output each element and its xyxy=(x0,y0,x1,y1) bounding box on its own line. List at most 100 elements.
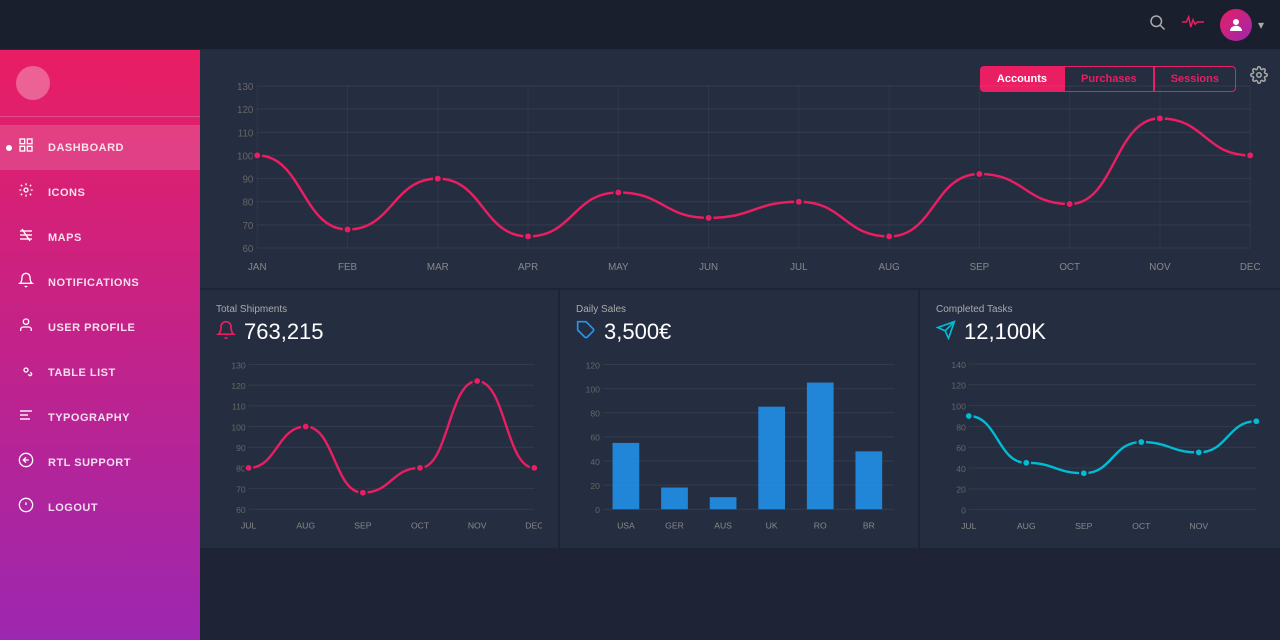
svg-text:120: 120 xyxy=(586,360,601,370)
bottom-card-value-0: 763,215 xyxy=(216,319,542,345)
svg-text:AUG: AUG xyxy=(1017,521,1036,531)
sidebar-item-table-list[interactable]: TABLE LIST xyxy=(0,350,200,395)
bottom-card-value-1: 3,500€ xyxy=(576,319,902,345)
sidebar-label-icons: ICONS xyxy=(48,187,85,199)
bottom-card-0: Total Shipments763,215130120110100908070… xyxy=(200,288,560,548)
avatar-wrap[interactable]: ▾ xyxy=(1220,9,1264,41)
svg-text:RO: RO xyxy=(814,520,827,530)
navbar: ▾ xyxy=(0,0,1280,50)
svg-text:DEC: DEC xyxy=(525,520,542,530)
svg-text:130: 130 xyxy=(231,360,246,370)
avatar-chevron: ▾ xyxy=(1258,18,1264,32)
svg-text:NOV: NOV xyxy=(468,520,487,530)
small-chart-1: 120100806040200USAGERAUSUKROBR xyxy=(576,353,902,538)
sidebar-nav: DASHBOARD ICONS MAPS NOTIFICATIONS USER PROF… xyxy=(0,117,200,538)
svg-text:120: 120 xyxy=(231,381,246,391)
sidebar-label-user-profile: USER PROFILE xyxy=(48,322,135,334)
svg-text:60: 60 xyxy=(956,443,966,453)
bottom-card-value-2: 12,100K xyxy=(936,319,1264,345)
svg-text:120: 120 xyxy=(951,381,966,391)
search-icon[interactable] xyxy=(1148,13,1166,36)
svg-text:130: 130 xyxy=(237,82,254,93)
avatar xyxy=(1220,9,1252,41)
svg-text:60: 60 xyxy=(590,433,600,443)
svg-text:JUN: JUN xyxy=(699,262,718,273)
user-profile-icon xyxy=(16,317,36,338)
svg-text:80: 80 xyxy=(590,409,600,419)
svg-text:40: 40 xyxy=(590,457,600,467)
svg-text:JUL: JUL xyxy=(241,520,257,530)
sidebar-item-maps[interactable]: MAPS xyxy=(0,215,200,260)
bottom-cards-row: Total Shipments763,215130120110100908070… xyxy=(200,288,1280,548)
svg-text:110: 110 xyxy=(238,128,254,139)
svg-text:80: 80 xyxy=(242,198,253,209)
svg-text:60: 60 xyxy=(242,244,253,255)
svg-text:60: 60 xyxy=(236,505,246,515)
svg-text:USA: USA xyxy=(617,520,635,530)
maps-icon xyxy=(16,227,36,248)
svg-text:APR: APR xyxy=(518,262,538,273)
svg-text:MAY: MAY xyxy=(608,262,629,273)
svg-text:100: 100 xyxy=(586,384,601,394)
sidebar-label-typography: TYPOGRAPHY xyxy=(48,412,130,424)
sidebar-logo xyxy=(16,66,50,100)
svg-text:90: 90 xyxy=(236,443,246,453)
sidebar-header xyxy=(0,50,200,117)
rtl-support-icon xyxy=(16,452,36,473)
small-chart-2: 140120100806040200JULAUGSEPOCTNOV xyxy=(936,353,1264,538)
svg-text:NOV: NOV xyxy=(1149,262,1171,273)
svg-text:100: 100 xyxy=(231,422,246,432)
bottom-card-2: Completed Tasks12,100K140120100806040200… xyxy=(920,288,1280,548)
svg-text:OCT: OCT xyxy=(411,520,430,530)
bottom-card-label-2: Completed Tasks xyxy=(936,304,1264,315)
sidebar-item-logout[interactable]: LOGOUT xyxy=(0,485,200,530)
svg-text:0: 0 xyxy=(595,505,600,515)
svg-text:40: 40 xyxy=(956,464,966,474)
notifications-icon xyxy=(16,272,36,293)
sidebar-item-notifications[interactable]: NOTIFICATIONS xyxy=(0,260,200,305)
svg-text:SEP: SEP xyxy=(970,262,990,273)
navbar-icons: ▾ xyxy=(1148,9,1264,41)
svg-text:UK: UK xyxy=(766,520,778,530)
svg-text:70: 70 xyxy=(242,221,253,232)
svg-text:0: 0 xyxy=(961,506,966,516)
sidebar: DASHBOARD ICONS MAPS NOTIFICATIONS USER PROF… xyxy=(0,50,200,640)
svg-text:110: 110 xyxy=(232,402,246,412)
sidebar-item-user-profile[interactable]: USER PROFILE xyxy=(0,305,200,350)
svg-text:MAR: MAR xyxy=(427,262,449,273)
svg-text:SEP: SEP xyxy=(354,520,371,530)
svg-text:OCT: OCT xyxy=(1132,521,1151,531)
sidebar-label-logout: LOGOUT xyxy=(48,502,98,514)
svg-text:20: 20 xyxy=(956,485,966,495)
main-content: AccountsPurchasesSessions 13012011010090… xyxy=(200,50,1280,640)
pulse-icon[interactable] xyxy=(1182,13,1204,36)
svg-text:140: 140 xyxy=(951,360,966,370)
typography-icon xyxy=(16,407,36,428)
layout: DASHBOARD ICONS MAPS NOTIFICATIONS USER PROF… xyxy=(0,50,1280,640)
sidebar-label-notifications: NOTIFICATIONS xyxy=(48,277,139,289)
sidebar-item-icons[interactable]: ICONS xyxy=(0,170,200,215)
svg-text:20: 20 xyxy=(590,481,600,491)
sidebar-label-maps: MAPS xyxy=(48,232,82,244)
sidebar-item-rtl-support[interactable]: RTL SUPPORT xyxy=(0,440,200,485)
svg-text:80: 80 xyxy=(956,422,966,432)
svg-text:90: 90 xyxy=(242,174,253,185)
sidebar-label-table-list: TABLE LIST xyxy=(48,367,116,379)
table-list-icon xyxy=(16,362,36,383)
sidebar-item-dashboard[interactable]: DASHBOARD xyxy=(0,125,200,170)
svg-text:JUL: JUL xyxy=(961,521,977,531)
performance-card: AccountsPurchasesSessions 13012011010090… xyxy=(200,50,1280,288)
svg-text:GER: GER xyxy=(665,520,684,530)
sidebar-item-typography[interactable]: TYPOGRAPHY xyxy=(0,395,200,440)
svg-text:120: 120 xyxy=(237,105,254,116)
svg-text:70: 70 xyxy=(236,484,246,494)
svg-text:AUS: AUS xyxy=(714,520,732,530)
svg-text:FEB: FEB xyxy=(338,262,357,273)
dashboard-icon xyxy=(16,137,36,158)
svg-text:100: 100 xyxy=(237,151,254,162)
sidebar-label-rtl-support: RTL SUPPORT xyxy=(48,457,131,469)
svg-text:JAN: JAN xyxy=(248,262,267,273)
svg-text:DEC: DEC xyxy=(1240,262,1260,273)
small-chart-0: 13012011010090807060JULAUGSEPOCTNOVDEC xyxy=(216,353,542,538)
sidebar-label-dashboard: DASHBOARD xyxy=(48,142,124,154)
